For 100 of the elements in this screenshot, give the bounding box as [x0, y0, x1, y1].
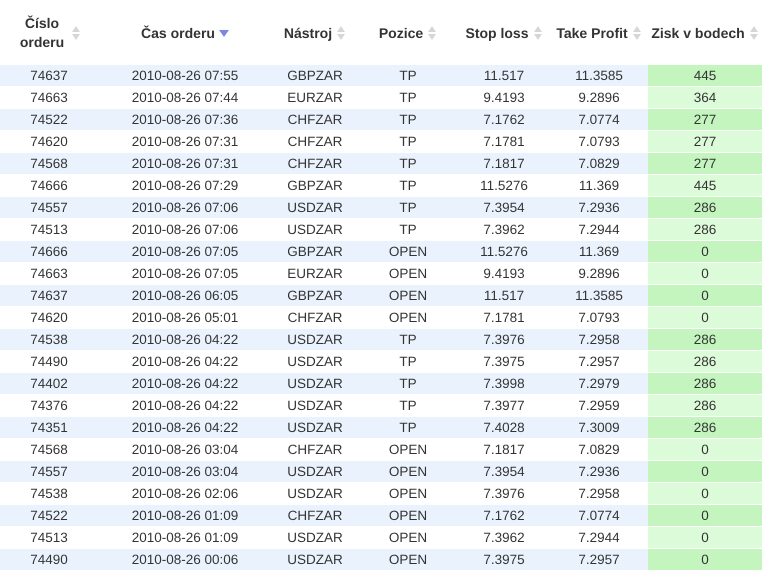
table-cell: 74666 [0, 240, 98, 262]
table-cell: OPEN [358, 284, 458, 306]
table-cell: 0 [648, 306, 762, 328]
table-cell: USDZAR [272, 372, 358, 394]
table-cell: 74568 [0, 152, 98, 174]
table-cell: 0 [648, 240, 762, 262]
table-cell: OPEN [358, 504, 458, 526]
table-cell: 11.3585 [550, 284, 648, 306]
column-header[interactable]: Pozice [358, 0, 458, 65]
table-cell: 0 [648, 262, 762, 284]
table-cell: 2010-08-26 04:22 [98, 328, 272, 350]
table-cell: 0 [648, 526, 762, 548]
table-cell: 7.0774 [550, 504, 648, 526]
table-cell: 7.2936 [550, 196, 648, 218]
table-cell: 286 [648, 350, 762, 372]
table-cell: USDZAR [272, 548, 358, 570]
table-cell: 2010-08-26 06:05 [98, 284, 272, 306]
column-header[interactable]: Čas orderu [98, 0, 272, 65]
table-cell: 2010-08-26 07:55 [98, 65, 272, 86]
table-cell: OPEN [358, 460, 458, 482]
table-cell: 286 [648, 416, 762, 438]
table-cell: USDZAR [272, 460, 358, 482]
table-cell: USDZAR [272, 196, 358, 218]
table-cell: GBPZAR [272, 240, 358, 262]
table-cell: 7.1762 [458, 504, 550, 526]
table-cell: OPEN [358, 240, 458, 262]
table-cell: CHFZAR [272, 108, 358, 130]
table-cell: USDZAR [272, 416, 358, 438]
table-cell: 74402 [0, 372, 98, 394]
table-cell: 0 [648, 460, 762, 482]
table-cell: 74522 [0, 504, 98, 526]
table-cell: 2010-08-26 07:31 [98, 152, 272, 174]
table-cell: 286 [648, 218, 762, 240]
table-cell: 74538 [0, 328, 98, 350]
table-cell: TP [358, 196, 458, 218]
table-cell: OPEN [358, 548, 458, 570]
table-cell: CHFZAR [272, 152, 358, 174]
table-cell: 7.3975 [458, 548, 550, 570]
table-cell: TP [358, 152, 458, 174]
column-header[interactable]: Nástroj [272, 0, 358, 65]
table-cell: 7.3998 [458, 372, 550, 394]
table-cell: 2010-08-26 04:22 [98, 416, 272, 438]
table-cell: 74557 [0, 196, 98, 218]
table-cell: 2010-08-26 04:22 [98, 372, 272, 394]
table-cell: 74522 [0, 108, 98, 130]
table-cell: 286 [648, 328, 762, 350]
table-cell: 445 [648, 65, 762, 86]
table-cell: 11.5276 [458, 240, 550, 262]
table-cell: 74351 [0, 416, 98, 438]
column-header[interactable]: Zisk v bodech [648, 0, 762, 65]
table-cell: 2010-08-26 01:09 [98, 504, 272, 526]
table-cell: 0 [648, 438, 762, 460]
table-cell: 2010-08-26 07:06 [98, 196, 272, 218]
table-cell: GBPZAR [272, 284, 358, 306]
table-cell: 74490 [0, 548, 98, 570]
table-cell: 2010-08-26 07:05 [98, 240, 272, 262]
table-cell: 277 [648, 130, 762, 152]
column-header[interactable]: Take Profit [550, 0, 648, 65]
table-cell: 0 [648, 482, 762, 504]
table-cell: 2010-08-26 03:04 [98, 460, 272, 482]
table-cell: 11.517 [458, 65, 550, 86]
table-cell: 364 [648, 86, 762, 108]
table-cell: 7.1762 [458, 108, 550, 130]
table-cell: 0 [648, 504, 762, 526]
table-cell: GBPZAR [272, 65, 358, 86]
table-cell: USDZAR [272, 328, 358, 350]
table-cell: 7.1817 [458, 152, 550, 174]
table-cell: 0 [648, 548, 762, 570]
table-cell: 286 [648, 196, 762, 218]
table-cell: CHFZAR [272, 504, 358, 526]
table-cell: 11.369 [550, 240, 648, 262]
table-cell: 7.2936 [550, 460, 648, 482]
table-cell: 7.3954 [458, 460, 550, 482]
table-cell: 7.3976 [458, 328, 550, 350]
table-cell: TP [358, 416, 458, 438]
table-cell: 445 [648, 174, 762, 196]
table-cell: 7.2979 [550, 372, 648, 394]
table-cell: 0 [648, 284, 762, 306]
table-cell: 277 [648, 108, 762, 130]
column-header[interactable]: Číslo orderu [0, 0, 98, 65]
table-cell: TP [358, 328, 458, 350]
table-cell: 2010-08-26 00:06 [98, 548, 272, 570]
table-cell: 11.517 [458, 284, 550, 306]
table-cell: 74637 [0, 284, 98, 306]
table-cell: 74557 [0, 460, 98, 482]
table-cell: 7.4028 [458, 416, 550, 438]
table-cell: TP [358, 372, 458, 394]
table-cell: 7.2958 [550, 328, 648, 350]
table-cell: 7.0774 [550, 108, 648, 130]
table-cell: TP [358, 108, 458, 130]
table-cell: 7.2957 [550, 548, 648, 570]
table-cell: 286 [648, 372, 762, 394]
column-header[interactable]: Stop loss [458, 0, 550, 65]
table-cell: 11.3585 [550, 65, 648, 86]
table-cell: 7.3954 [458, 196, 550, 218]
table-cell: 7.3009 [550, 416, 648, 438]
table-cell: 74637 [0, 65, 98, 86]
table-cell: 7.0829 [550, 152, 648, 174]
table-cell: 286 [648, 394, 762, 416]
table-cell: 277 [648, 152, 762, 174]
